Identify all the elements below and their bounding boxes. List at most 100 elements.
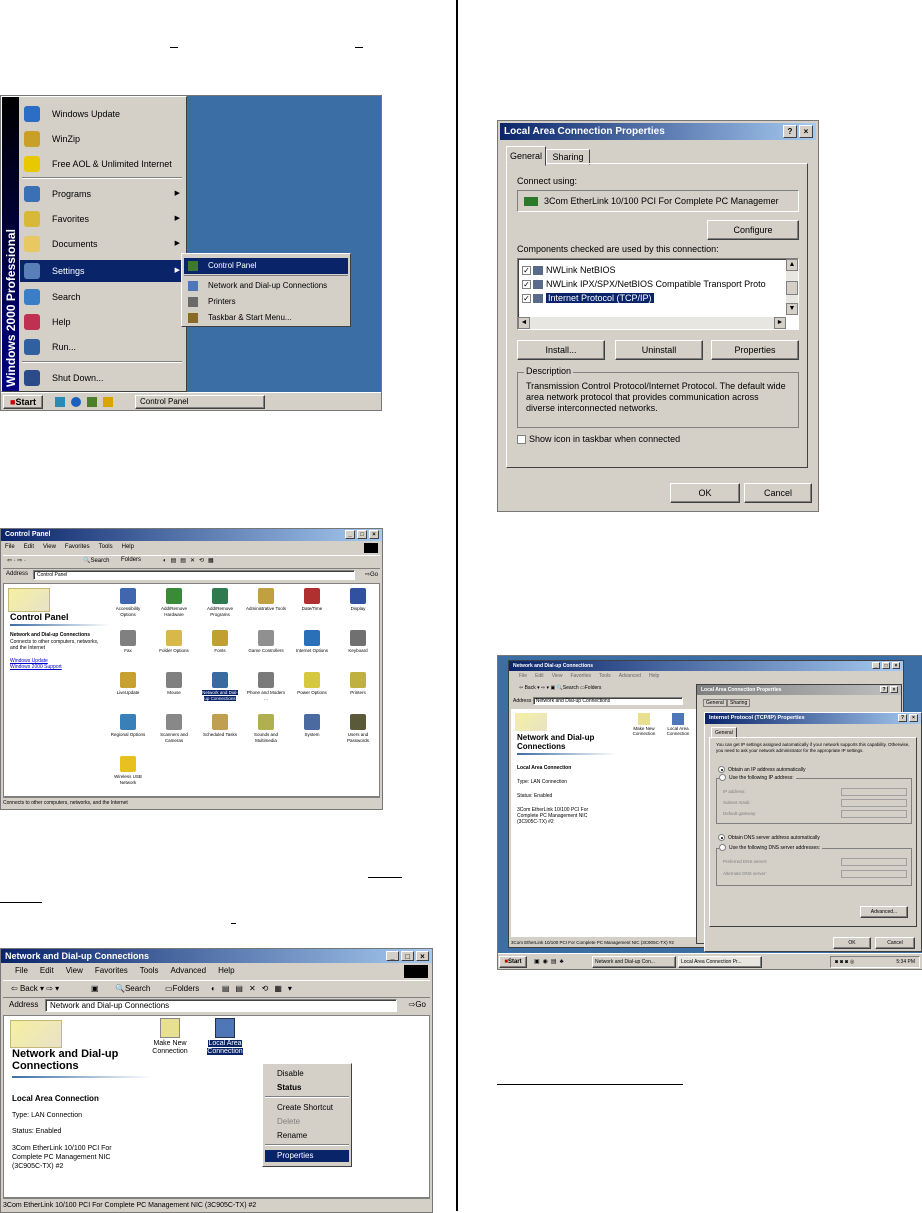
obtain-dns-radio[interactable]: Obtain DNS server address automatically [718,834,820,841]
menu-item[interactable]: Tools [140,965,159,977]
menu-item[interactable]: View [552,673,563,679]
make-new-connection[interactable]: Make New Connection [148,1018,192,1056]
control-panel-icon-item[interactable]: System [292,714,332,738]
control-panel-icon-item[interactable]: Add/Remove Programs [200,588,240,617]
component-item[interactable]: ✓ Internet Protocol (TCP/IP) [522,291,784,305]
control-panel-icon-item[interactable]: Date/Time [292,588,332,612]
search-icon[interactable]: 🔍Search [83,557,109,564]
dns-field-input[interactable] [841,858,907,866]
taskbar-control-panel[interactable]: Control Panel [135,395,265,409]
menu-item[interactable]: Tools [599,673,611,679]
control-panel-icon-item[interactable]: LiveUpdate [108,672,148,696]
control-panel-icon-item[interactable]: Sounds and Multimedia [246,714,286,743]
minimize-button[interactable]: _ [872,662,880,669]
control-panel-icon-item[interactable]: Users and Passwords [338,714,378,743]
settings-submenu-item[interactable]: Printers [184,294,348,310]
address-input[interactable]: Network and Dial-up Connections [45,999,397,1012]
ok-button[interactable]: OK [833,937,871,949]
checked-checkbox-icon[interactable]: ✓ [522,266,531,276]
menu-item[interactable]: Advanced [170,965,206,977]
toolbar-icons[interactable]: ◐▤▤✕⟲▦ [163,557,218,564]
component-item[interactable]: ✓ NWLink IPX/SPX/NetBIOS Compatible Trans… [522,277,784,291]
settings-submenu-item[interactable]: Taskbar & Start Menu... [184,310,348,326]
advanced-button[interactable]: Advanced... [860,906,908,918]
checked-checkbox-icon[interactable]: ✓ [522,294,531,304]
menu-item[interactable]: Favorites [570,673,591,679]
control-panel-icon-item[interactable]: Network and Dial-up Connections [200,672,240,701]
ok-button[interactable]: OK [670,483,740,503]
up-icon[interactable]: ▣ [91,981,99,997]
menu-item[interactable]: Advanced [619,673,641,679]
start-button[interactable]: ■Start [3,395,43,409]
control-panel-icon-item[interactable]: Display [338,588,378,612]
menu-item[interactable]: File [15,965,28,977]
context-menu-item[interactable]: Status [265,1082,349,1094]
close-button[interactable]: × [892,662,900,669]
tray-icons[interactable]: ◙◙◙◎ [835,957,856,967]
back-button[interactable]: ⇦ Back ▾ ⇨ ▾ [11,981,59,997]
control-panel-icon-item[interactable]: Phone and Modem ... [246,672,286,701]
component-item[interactable]: ✓ NWLink NetBIOS [522,263,784,277]
menu-item[interactable]: File [519,673,527,679]
use-dns-radio[interactable]: Use the following DNS server addresses: [719,844,823,851]
menu-item[interactable]: View [66,965,83,977]
dns-field-input[interactable] [841,870,907,878]
control-panel-icon-item[interactable]: Fax [108,630,148,654]
start-menu-item[interactable]: Documents ▶ [20,233,186,255]
show-icon-checkbox[interactable]: Show icon in taskbar when connected [517,434,680,445]
start-menu-item[interactable]: Settings ▶ [20,260,186,282]
control-panel-icon-item[interactable]: Internet Options [292,630,332,654]
close-button[interactable]: × [890,686,898,693]
local-area-connection[interactable]: Local Area Connection [202,1018,248,1056]
tab-sharing[interactable]: Sharing [727,699,751,707]
close-button[interactable]: × [799,125,813,138]
menu-item[interactable]: File [5,542,15,553]
folders-button[interactable]: ▭Folders [165,981,199,997]
folders-icon[interactable]: Folders [121,557,141,563]
control-panel-icon-item[interactable]: Administrative Tools [246,588,286,612]
start-menu-item[interactable]: Favorites ▶ [20,208,186,230]
go-button[interactable]: ⇨Go [365,571,378,578]
settings-submenu-item[interactable]: Control Panel [184,258,348,274]
control-panel-icon-item[interactable]: Accessibility Options [108,588,148,617]
side-link-support[interactable]: Windows 2000 Support [10,664,62,670]
control-panel-icon-item[interactable]: Regional Options [108,714,148,738]
aim-icon[interactable] [103,397,113,407]
tab-general[interactable]: General [506,146,546,166]
components-list[interactable]: ✓ NWLink NetBIOS ✓ NWLink IPX/SPX/NetBIOS C… [517,258,799,330]
context-menu-item[interactable]: Delete [265,1116,349,1128]
control-panel-icon-item[interactable]: Printers [338,672,378,696]
menu-item[interactable]: Edit [40,965,54,977]
cancel-button[interactable]: Cancel [875,937,915,949]
menu-item[interactable]: Edit [24,542,34,553]
menu-item[interactable]: View [43,542,56,553]
ip-field-input[interactable] [841,799,907,807]
menu-item[interactable]: Favorites [65,542,90,553]
outlook-icon[interactable] [87,397,97,407]
close-button[interactable]: × [416,951,429,961]
taskbar-lan[interactable]: Local Area Connection Pr... [678,956,762,968]
minimize-button[interactable]: _ [386,951,399,961]
context-menu-item[interactable]: Properties [265,1150,349,1162]
local-area-connection[interactable]: Local Area Connection [663,713,693,736]
cancel-button[interactable]: Cancel [744,483,812,503]
settings-submenu-item[interactable]: Network and Dial-up Connections [184,278,348,294]
start-button[interactable]: ■Start [499,956,527,968]
properties-button[interactable]: Properties [711,340,799,360]
context-menu-item[interactable]: Create Shortcut [265,1102,349,1114]
control-panel-icon-item[interactable]: Power Options [292,672,332,696]
control-panel-icon-item[interactable]: Scanners and Cameras [154,714,194,743]
context-menu-item[interactable]: Disable [265,1068,349,1080]
control-panel-icon-item[interactable]: Fonts [200,630,240,654]
start-menu-item[interactable]: Shut Down... [20,367,186,389]
desktop-icon[interactable] [55,397,65,407]
control-panel-icon-item[interactable]: Game Controllers [246,630,286,654]
search-button[interactable]: 🔍Search [115,981,150,997]
start-menu-item[interactable]: Search [20,286,186,308]
install-button[interactable]: Install... [517,340,605,360]
start-menu-item[interactable]: Run... [20,336,186,358]
control-panel-icon-item[interactable]: Scheduled Tasks [200,714,240,738]
control-panel-icon-item[interactable]: Add/Remove Hardware [154,588,194,617]
menu-item[interactable]: Help [218,965,234,977]
close-button[interactable]: × [909,714,918,722]
